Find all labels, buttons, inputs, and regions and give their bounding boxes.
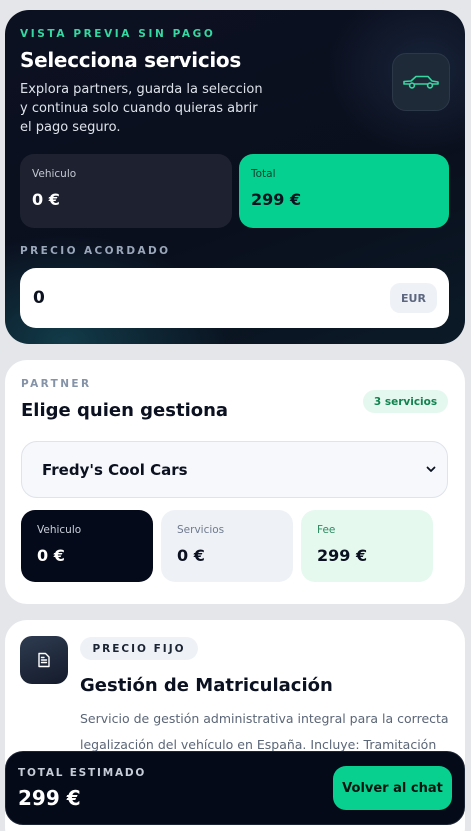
- partner-services-stat: Servicios 0 €: [161, 510, 293, 582]
- hero-total-value: 299 €: [251, 190, 302, 209]
- car-icon: [392, 53, 450, 111]
- document-icon: [20, 636, 68, 684]
- estimated-total-label: TOTAL ESTIMADO: [18, 767, 147, 779]
- hero-title: Selecciona servicios: [20, 48, 241, 72]
- currency-badge: EUR: [390, 283, 437, 313]
- agreed-price-input[interactable]: 0 EUR: [20, 268, 449, 328]
- partner-vehicle-stat: Vehiculo 0 €: [21, 510, 153, 582]
- hero-card: VISTA PREVIA SIN PAGO Selecciona servici…: [5, 10, 465, 344]
- fixed-price-badge: PRECIO FIJO: [80, 637, 198, 660]
- chevron-down-icon[interactable]: [425, 460, 437, 479]
- agreed-price-label: PRECIO ACORDADO: [20, 245, 171, 257]
- bottom-total-bar: TOTAL ESTIMADO 299 € Volver al chat: [5, 751, 465, 825]
- hero-vehicle-stat: Vehiculo 0 €: [20, 154, 232, 228]
- partner-services-label: Servicios: [177, 524, 225, 536]
- back-to-chat-button[interactable]: Volver al chat: [333, 766, 452, 810]
- partner-title: Elige quien gestiona: [21, 400, 229, 421]
- partner-vehicle-value: 0 €: [37, 546, 65, 565]
- partner-services-value: 0 €: [177, 546, 205, 565]
- hero-total-label: Total: [251, 168, 276, 180]
- partner-card: PARTNER Elige quien gestiona 3 servicios…: [5, 360, 465, 604]
- service-title: Gestión de Matriculación: [80, 675, 333, 696]
- hero-eyebrow: VISTA PREVIA SIN PAGO: [20, 28, 216, 40]
- agreed-price-value[interactable]: 0: [33, 288, 390, 308]
- hero-total-stat: Total 299 €: [239, 154, 449, 228]
- partner-select-value[interactable]: Fredy's Cool Cars: [42, 461, 425, 479]
- partner-fee-label: Fee: [317, 524, 336, 536]
- services-count-badge: 3 servicios: [363, 390, 448, 413]
- hero-vehicle-label: Vehiculo: [32, 168, 77, 180]
- hero-description: Explora partners, guarda la seleccion y …: [20, 82, 263, 135]
- partner-vehicle-label: Vehiculo: [37, 524, 82, 536]
- estimated-total-value: 299 €: [18, 786, 81, 810]
- partner-fee-value: 299 €: [317, 546, 368, 565]
- hero-vehicle-value: 0 €: [32, 190, 60, 209]
- partner-select[interactable]: Fredy's Cool Cars: [21, 441, 448, 498]
- partner-fee-stat: Fee 299 €: [301, 510, 433, 582]
- partner-eyebrow: PARTNER: [21, 378, 92, 390]
